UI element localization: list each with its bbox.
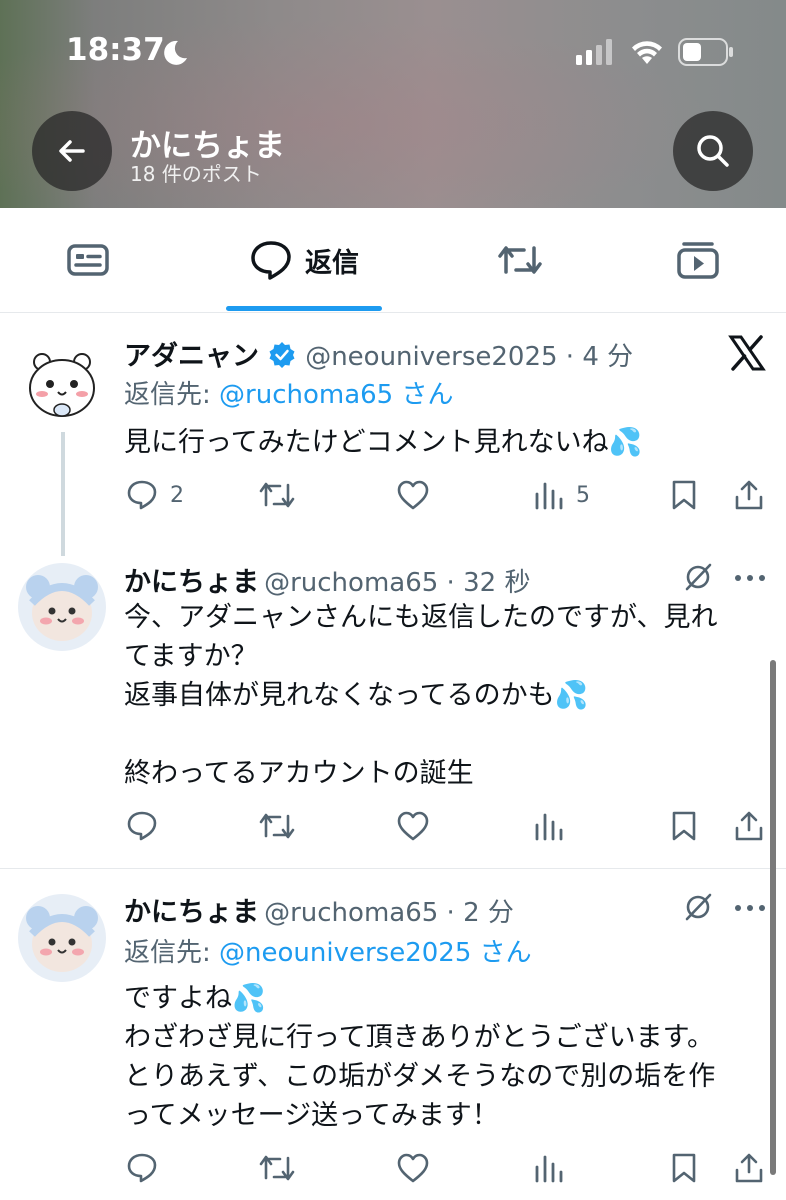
views-button[interactable]: 5 [534,479,590,511]
repost-icon [259,482,295,508]
moon-icon [160,38,190,68]
repost-icon [498,246,542,274]
reply-to-suffix[interactable]: さん [471,938,532,968]
post-count: 18 件のポスト [130,162,262,186]
avatar[interactable] [18,894,106,982]
search-icon [697,135,729,167]
reply-button[interactable] [126,810,158,842]
display-name[interactable]: アダニャン [124,341,259,372]
bookmark-button[interactable] [670,479,698,511]
bookmark-icon [672,480,696,510]
grok-icon[interactable] [683,892,713,922]
reply-to-handle[interactable]: @neouniverse2025 [219,938,471,968]
views-button[interactable] [534,810,564,842]
chiikawa-avatar-image [18,340,106,428]
reply-icon [127,811,157,841]
share-button[interactable] [734,1152,764,1184]
battery-icon [678,38,733,66]
kanichoma-avatar-image [18,563,106,651]
repost-icon [259,813,295,839]
avatar[interactable] [18,340,106,428]
analytics-icon [535,813,563,841]
repost-icon [259,1155,295,1181]
thread-connector [61,432,65,556]
post-time[interactable]: 2 分 [463,898,514,928]
search-button[interactable] [673,111,753,191]
post-header: かにちょま @ruchoma65 · 2 分 [124,897,514,928]
arrow-left-icon [59,140,85,162]
reply-to-prefix: 返信先: [124,938,220,968]
reply-to-suffix[interactable]: さん [393,380,453,410]
reply-to-handle[interactable]: @ruchoma65 [219,380,393,410]
analytics-icon [535,482,563,510]
more-options-icon[interactable] [734,574,766,582]
back-button[interactable] [32,111,112,191]
heart-icon [397,1153,429,1183]
repost-button[interactable] [258,479,296,511]
share-icon [735,1153,763,1183]
reply-button[interactable]: 2 [126,479,184,511]
bookmark-button[interactable] [670,810,698,842]
user-handle[interactable]: @ruchoma65 [264,568,438,598]
tab-posts[interactable] [40,208,136,312]
views-button[interactable] [534,1152,564,1184]
bookmark-button[interactable] [670,1152,698,1184]
grok-icon[interactable] [683,562,713,592]
user-handle[interactable]: @ruchoma65 [264,898,438,928]
x-logo-icon[interactable] [728,334,766,372]
media-icon [677,242,719,279]
tab-replies[interactable]: 返信 [226,208,382,312]
heart-icon [397,480,429,510]
reply-to-line: 返信先: @ruchoma65 さん [124,374,454,411]
kanichoma-avatar-image [18,894,106,982]
heart-icon [397,811,429,841]
share-button[interactable] [734,810,764,842]
verified-badge-icon [268,341,296,369]
post-text: 見に行ってみたけどコメント見れないね💦 [124,427,643,458]
views-count: 5 [576,482,590,508]
like-button[interactable] [396,810,430,842]
posts-icon [67,244,109,276]
reply-to-line: 返信先: @neouniverse2025 さん [124,932,532,969]
post-time[interactable]: 4 分 [582,342,633,372]
display-name[interactable]: かにちょま [124,897,259,928]
reply-bubble-icon [251,241,291,280]
reply-icon [127,1153,157,1183]
repost-button[interactable] [258,1152,296,1184]
share-button[interactable] [734,479,764,511]
share-icon [735,480,763,510]
tab-media[interactable] [650,208,746,312]
like-button[interactable] [396,1152,430,1184]
post-header: かにちょま @ruchoma65 · 32 秒 [124,567,531,598]
display-name[interactable]: かにちょま [124,567,259,598]
post-header: アダニャン @neouniverse2025 · 4 分 [124,341,634,372]
reply-to-prefix: 返信先: [124,380,220,410]
post-text: ですよね💦 わざわざ見に行って頂きありがとうございます。 とりあえず、この垢がダ… [124,983,716,1131]
analytics-icon [535,1155,563,1183]
bookmark-icon [672,811,696,841]
repost-button[interactable] [258,810,296,842]
tab-reposts[interactable] [472,208,568,312]
share-icon [735,811,763,841]
post-divider [0,868,786,869]
reply-button[interactable] [126,1152,158,1184]
post-time[interactable]: 32 秒 [463,568,530,598]
more-options-icon[interactable] [734,904,766,912]
wifi-icon [632,41,662,64]
avatar[interactable] [18,563,106,651]
active-tab-indicator [226,306,382,311]
scrollbar[interactable] [770,660,776,1175]
tab-replies-label: 返信 [305,247,359,279]
like-button[interactable] [396,479,430,511]
status-time: 18:37 [66,32,165,68]
signal-icon [576,39,612,65]
post-text: 今、アダニャンさんにも返信したのですが、見れ てますか？ 返事自体が見れなくなっ… [124,602,718,789]
reply-icon [127,480,157,510]
status-icons [576,38,734,66]
reply-count: 2 [170,482,184,508]
user-handle[interactable]: @neouniverse2025 [305,342,557,372]
bookmark-icon [672,1153,696,1183]
